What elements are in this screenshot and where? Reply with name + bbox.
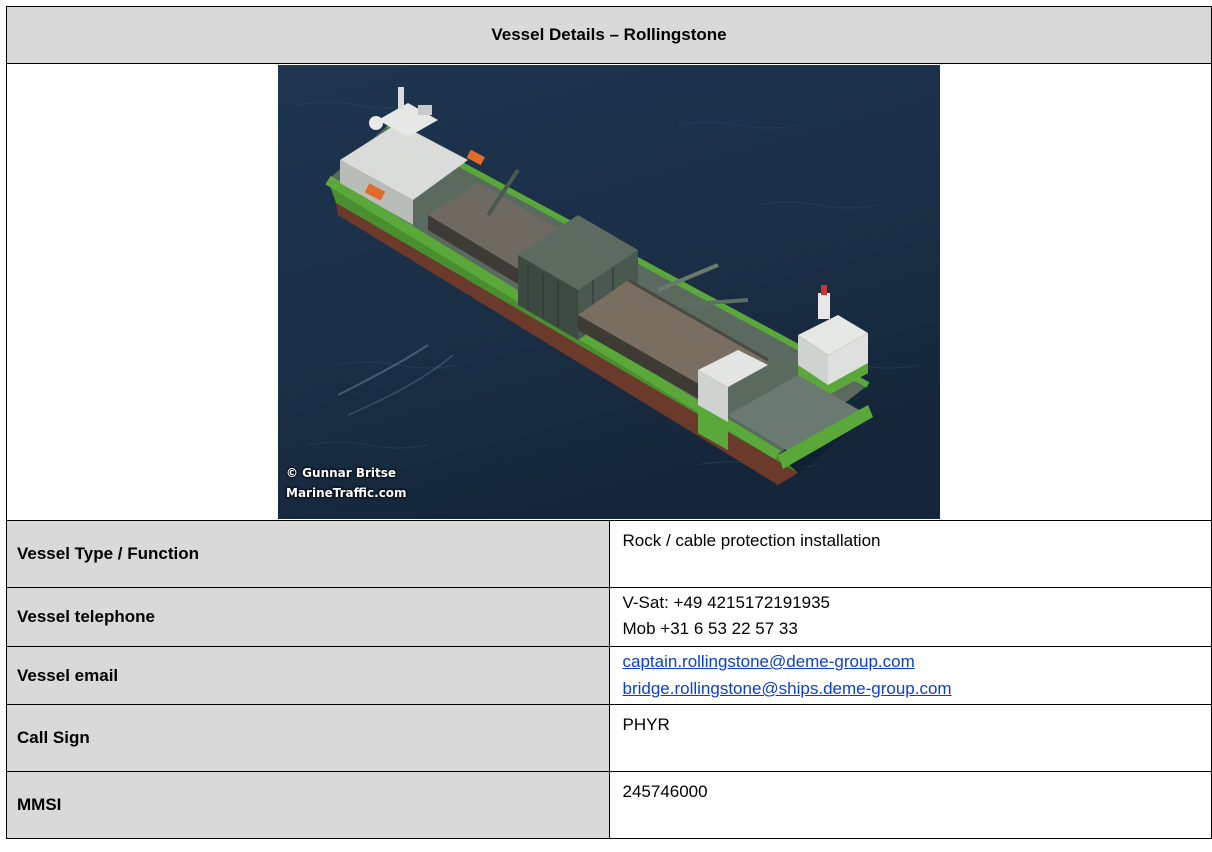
photo-credit: © Gunnar Britse MarineTraffic.com xyxy=(286,463,407,503)
vessel-details-table: Vessel Details – Rollingstone © Gunnar B… xyxy=(6,6,1212,839)
photo-credit-author: © Gunnar Britse xyxy=(286,466,397,480)
vessel-email-value: captain.rollingstone@deme-group.com brid… xyxy=(608,646,1212,705)
photo-credit-source: MarineTraffic.com xyxy=(286,486,407,500)
captain-email-link[interactable]: captain.rollingstone@deme-group.com xyxy=(623,648,1212,675)
table-row: Vessel telephone V-Sat: +49 421517219193… xyxy=(6,587,1212,647)
telephone-mobile: Mob +31 6 53 22 57 33 xyxy=(622,619,798,638)
table-row: MMSI 245746000 xyxy=(6,771,1212,839)
vessel-telephone-value: V-Sat: +49 4215172191935 Mob +31 6 53 22… xyxy=(608,587,1212,647)
telephone-vsat: V-Sat: +49 4215172191935 xyxy=(622,593,831,612)
call-sign-label: Call Sign xyxy=(6,704,610,772)
table-row: Call Sign PHYR xyxy=(6,704,1212,772)
mmsi-label: MMSI xyxy=(6,771,610,839)
table-title: Vessel Details – Rollingstone xyxy=(6,6,1212,64)
vessel-photo-image xyxy=(278,65,940,519)
photo-cell: © Gunnar Britse MarineTraffic.com xyxy=(6,63,1212,521)
table-row: Vessel email captain.rollingstone@deme-g… xyxy=(6,646,1212,705)
bridge-email-link[interactable]: bridge.rollingstone@ships.deme-group.com xyxy=(623,675,1212,702)
vessel-type-label: Vessel Type / Function xyxy=(6,520,610,588)
vessel-email-label: Vessel email xyxy=(6,646,610,705)
call-sign-value: PHYR xyxy=(608,704,1212,772)
vessel-photo: © Gunnar Britse MarineTraffic.com xyxy=(278,65,940,519)
table-row: Vessel Type / Function Rock / cable prot… xyxy=(6,520,1212,588)
vessel-type-value: Rock / cable protection installation xyxy=(608,520,1212,588)
mmsi-value: 245746000 xyxy=(608,771,1212,839)
vessel-telephone-label: Vessel telephone xyxy=(6,587,610,647)
